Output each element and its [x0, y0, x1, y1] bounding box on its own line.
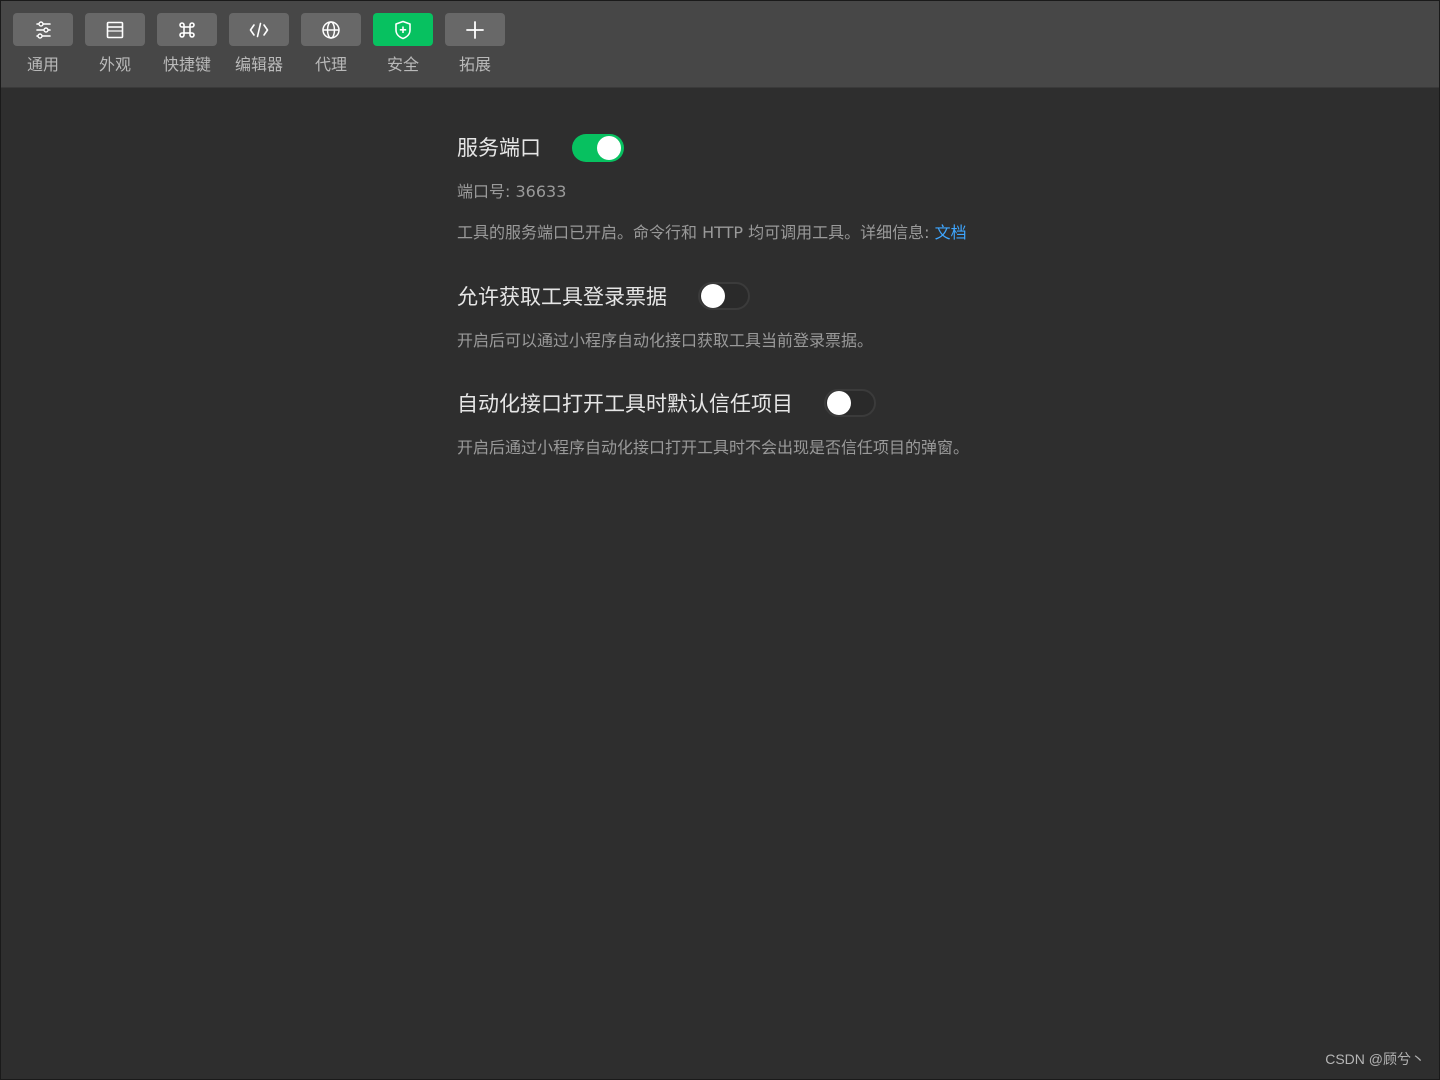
trust-project-title: 自动化接口打开工具时默认信任项目 [457, 392, 793, 416]
allow-ticket-toggle[interactable] [698, 282, 750, 310]
tab-shortcuts-label: 快捷键 [162, 55, 211, 74]
toggle-knob [597, 136, 621, 160]
command-key-icon [179, 21, 195, 38]
tab-proxy[interactable]: 代理 [301, 13, 361, 79]
tab-extensions-button[interactable] [445, 13, 505, 46]
shield-plus-icon [395, 20, 411, 39]
trust-project-description: 开启后通过小程序自动化接口打开工具时不会出现是否信任项目的弹窗。 [457, 438, 970, 457]
tab-shortcuts-button[interactable] [157, 13, 217, 46]
toggle-knob [827, 391, 851, 415]
window-layout-icon [106, 21, 124, 38]
tab-proxy-button[interactable] [301, 13, 361, 46]
tab-shortcuts[interactable]: 快捷键 [157, 13, 217, 79]
trust-project-toggle[interactable] [824, 389, 876, 417]
settings-toolbar: 通用 外观 快捷键 编辑器 代理 安全 拓展 [1, 1, 1439, 88]
watermark-text: CSDN @顾兮丶 [1325, 1051, 1425, 1067]
docs-link[interactable]: 文档 [935, 223, 967, 242]
service-port-description-text: 工具的服务端口已开启。命令行和 HTTP 均可调用工具。详细信息: [457, 223, 935, 242]
tab-proxy-label: 代理 [314, 55, 347, 74]
tab-general[interactable]: 通用 [13, 13, 73, 79]
port-number-text: 端口号: 36633 [457, 182, 567, 201]
tab-security-label: 安全 [386, 55, 419, 74]
tab-editor-button[interactable] [229, 13, 289, 46]
service-port-toggle[interactable] [572, 134, 624, 162]
tab-editor[interactable]: 编辑器 [229, 13, 289, 79]
tab-extensions[interactable]: 拓展 [445, 13, 505, 79]
allow-ticket-description: 开启后可以通过小程序自动化接口获取工具当前登录票据。 [457, 331, 874, 350]
tab-security-button[interactable] [373, 13, 433, 46]
settings-window: 通用 外观 快捷键 编辑器 代理 安全 拓展 服务端口 端口号: 36633 工… [0, 0, 1440, 1080]
plus-icon [466, 20, 484, 39]
allow-ticket-title: 允许获取工具登录票据 [457, 285, 667, 309]
toggle-knob [701, 284, 725, 308]
tab-appearance-button[interactable] [85, 13, 145, 46]
tab-appearance-label: 外观 [98, 55, 131, 74]
code-icon [249, 22, 269, 37]
tab-general-button[interactable] [13, 13, 73, 46]
tab-general-label: 通用 [26, 55, 59, 74]
tab-editor-label: 编辑器 [234, 55, 283, 74]
service-port-title: 服务端口 [457, 136, 541, 160]
globe-icon [322, 20, 340, 39]
tab-appearance[interactable]: 外观 [85, 13, 145, 79]
service-port-description: 工具的服务端口已开启。命令行和 HTTP 均可调用工具。详细信息: 文档 [457, 222, 967, 244]
tab-extensions-label: 拓展 [458, 55, 491, 74]
tab-security[interactable]: 安全 [373, 13, 433, 79]
list-settings-icon [36, 20, 51, 39]
